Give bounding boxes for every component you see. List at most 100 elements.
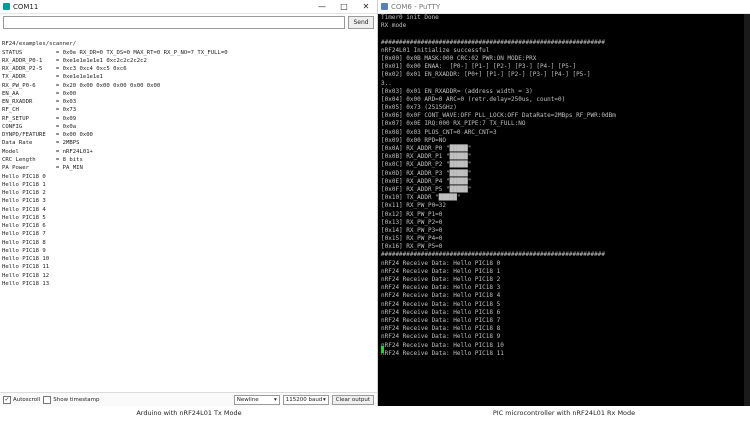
terminal-line: [0x15] RX_PW_P4=0 (381, 235, 443, 243)
serial-output-line: Hello PIC18 10 (2, 256, 50, 263)
serial-output-line: CRC Length = 8 bits (2, 156, 83, 163)
serial-output-line (2, 32, 372, 40)
terminal-line: nRF24 Receive Data: Hello PIC18 11 (381, 349, 504, 356)
line-ending-value: Newline (236, 396, 259, 403)
serial-output-line: Hello PIC18 5 (2, 214, 46, 221)
terminal-line: [0x16] RX_PW_P5=0 (381, 243, 443, 251)
terminal-line: [0x0A] RX_ADDR_P0 "█████" (381, 145, 472, 152)
show-timestamp-label: Show timestamp (53, 396, 100, 403)
terminal-line: nRF24 Receive Data: Hello PIC18 4 (381, 292, 501, 300)
terminal-line: nRF24 Receive Data: Hello PIC18 1 (381, 267, 501, 275)
terminal-line: [0x09] 0x00 RPD=NO (381, 136, 447, 144)
minimize-icon[interactable]: — (311, 0, 333, 13)
serial-output-line: RX_ADDR_P0-1 = 0xe1e1e1e1e1 0xc2c2c2c2c2 (2, 57, 147, 64)
serial-output-line: RF24/examples/scanner/ (2, 41, 77, 48)
terminal-line: ########################################… (381, 38, 605, 46)
terminal-line: [0x08] 0x03 PLOS_CNT=0 ARC_CNT=3 (381, 128, 497, 136)
maximize-icon[interactable]: □ (333, 0, 355, 13)
terminal-line: nRF24 Receive Data: Hello PIC18 10 (381, 341, 504, 349)
baud-rate-value: 115200 baud (285, 396, 323, 403)
terminal-line: [0x0C] RX_ADDR_P2 "█████" (381, 161, 472, 169)
terminal-line: nRF24 Receive Data: Hello PIC18 8 (381, 325, 501, 333)
serial-output-line: EN_RXADDR = 0x03 (2, 99, 77, 106)
show-timestamp-checkbox[interactable]: Show timestamp (43, 395, 100, 404)
autoscroll-label: Autoscroll (13, 396, 41, 403)
terminal-line: [0x14] RX_PW_P3=0 (381, 226, 443, 234)
serial-output-line: PA Power = PA_MIN (2, 165, 83, 172)
serial-output-line: RX_PW_P0-6 = 0x20 0x00 0x00 0x00 0x00 0x… (2, 82, 161, 89)
checkbox-unchecked-icon (43, 395, 52, 404)
send-button[interactable]: Send (348, 16, 374, 29)
terminal-line: [0x11] RX_PW_P0=32 (381, 202, 447, 210)
terminal-line: [0x07] 0x0E IRQ:000 RX_PIPE:7 TX_FULL:NO (381, 120, 526, 128)
serial-output-line: Hello PIC18 4 (2, 206, 46, 213)
terminal-line: [0x03] 0x01 EN_RXADDR= (address width = … (381, 87, 533, 95)
terminal-line: [0x00] 0x0B MASK:000 CRC:02 PWR:ON MODE:… (381, 54, 537, 62)
terminal-line: [0x02] 0x01 EN_RXADDR: [P0+] [P1-] [P2-]… (381, 71, 591, 79)
terminal-line: [0x13] RX_PW_P2=0 (381, 218, 443, 226)
close-icon[interactable]: ✕ (355, 0, 377, 13)
serial-output-line: CONFIG = 0x0a (2, 123, 77, 130)
terminal-line: [0x0F] RX_ADDR_P5 "█████" (381, 185, 472, 193)
left-titlebar: COM11 — □ ✕ (0, 0, 377, 14)
terminal-line: Timer0 init Done (381, 14, 439, 21)
terminal-scrollbar[interactable] (744, 14, 750, 406)
serial-output-line: RF_SETUP = 0x09 (2, 115, 77, 122)
right-window-title: COM6 - PuTTY (391, 2, 441, 11)
terminal-line: [0x12] RX_PW_P1=0 (381, 210, 443, 218)
terminal-line: [0x05] 0x73 (2515GHz) (381, 104, 457, 112)
terminal-line: [0x01] 0x00 ENAA: [P0-] [P1-] [P2-] [P3-… (381, 63, 577, 71)
serial-monitor-bottom-bar: ✓ Autoscroll Show timestamp Newline ▾ 11… (0, 392, 377, 406)
serial-send-input[interactable] (3, 16, 345, 29)
terminal-line: nRF24 Receive Data: Hello PIC18 9 (381, 333, 501, 341)
serial-output-line: TX_ADDR = 0xe1e1e1e1e1 (2, 74, 104, 81)
terminal-line: nRF24 Receive Data: Hello PIC18 5 (381, 300, 501, 308)
terminal-line: nRF24L01 Initialize successful (381, 46, 490, 54)
terminal-line: ########################################… (381, 251, 605, 259)
serial-output-line: Hello PIC18 12 (2, 272, 50, 279)
send-row: Send (0, 14, 377, 31)
chevron-down-icon: ▾ (322, 396, 326, 403)
terminal-line: nRF24 Receive Data: Hello PIC18 3 (381, 284, 501, 292)
arduino-app-icon (3, 3, 10, 10)
clear-output-button[interactable]: Clear output (331, 394, 374, 405)
serial-output-line: Hello PIC18 11 (2, 264, 50, 271)
left-caption: Arduino with nRF24L01 Tx Mode (136, 409, 242, 417)
terminal-line: [0x10] TX_ADDR "█████" (381, 194, 461, 202)
serial-output-line: Hello PIC18 0 (2, 173, 46, 180)
serial-output-line: DYNPD/FEATURE = 0x00 0x00 (2, 132, 93, 139)
arduino-serial-monitor-window: COM11 — □ ✕ Send RF24/examples/scanner/S… (0, 0, 378, 406)
serial-output-line: RX_ADDR_P2-5 = 0xc3 0xc4 0xc5 0xc6 (2, 66, 127, 73)
serial-output-line: Model = nRF24L01+ (2, 148, 93, 155)
serial-output-line: Hello PIC18 9 (2, 247, 46, 254)
terminal-line: nRF24 Receive Data: Hello PIC18 7 (381, 316, 501, 324)
terminal-line: [0x0D] RX_ADDR_P3 "█████" (381, 169, 472, 177)
right-titlebar: COM6 - PuTTY (378, 0, 750, 14)
terminal-line: [0x04] 0x00 ARD=0 ARC=0 (retr.delay=250u… (381, 95, 566, 103)
left-window-title: COM11 (13, 2, 39, 11)
terminal-line: [0x06] 0x0F CONT_WAVE:OFF PLL_LOCK:OFF D… (381, 112, 616, 120)
serial-output-line: Hello PIC18 8 (2, 239, 46, 246)
putty-app-icon (381, 3, 388, 10)
autoscroll-checkbox[interactable]: ✓ Autoscroll (3, 395, 41, 404)
serial-output-line: Hello PIC18 6 (2, 223, 46, 230)
terminal-line: [0x0E] RX_ADDR_P4 "█████" (381, 177, 472, 185)
serial-output-line: STATUS = 0x0e RX_DR=0 TX_DS=0 MAX_RT=0 R… (2, 49, 228, 56)
serial-output-line: Hello PIC18 1 (2, 181, 46, 188)
serial-output-area[interactable]: RF24/examples/scanner/STATUS = 0x0e RX_D… (2, 32, 372, 390)
serial-output-line: Hello PIC18 2 (2, 190, 46, 197)
terminal-line: 3.. (381, 79, 392, 87)
terminal-line: RX mode (381, 22, 407, 30)
baud-rate-select[interactable]: 115200 baud ▾ (282, 394, 329, 405)
serial-output-line: Hello PIC18 7 (2, 231, 46, 238)
putty-terminal-output[interactable]: Timer0 init Done RX mode #################… (381, 14, 741, 356)
serial-output-line: RF_CH = 0x73 (2, 107, 77, 114)
serial-output-line: EN_AA = 0x00 (2, 90, 77, 97)
putty-terminal-window: COM6 - PuTTY Timer0 init Done RX mode ####… (378, 0, 750, 406)
serial-output-line: Data Rate = 2MBPS (2, 140, 80, 147)
serial-output-line: Hello PIC18 3 (2, 198, 46, 205)
line-ending-select[interactable]: Newline ▾ (233, 394, 280, 405)
chevron-down-icon: ▾ (273, 396, 277, 403)
terminal-cursor (381, 346, 384, 353)
right-caption: PIC microcontroller with nRF24L01 Rx Mod… (492, 409, 636, 417)
